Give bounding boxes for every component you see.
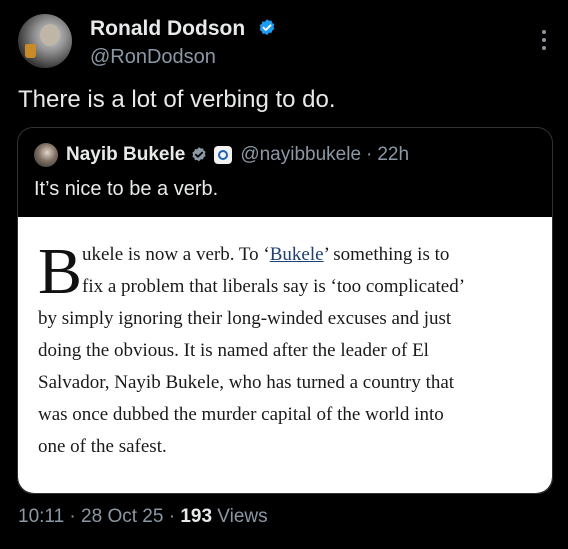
tweet-meta: 10:11 · 28 Oct 25 · 193 Views bbox=[18, 506, 268, 528]
meta-separator: · bbox=[69, 506, 76, 527]
author-name-text: Ronald Dodson bbox=[90, 17, 246, 40]
verified-icon bbox=[192, 147, 206, 162]
quoted-image[interactable]: B ukele is now a verb. To ‘Bukele’ somet… bbox=[18, 217, 552, 493]
article-line: Salvador, Nayib Bukele, who has turned a… bbox=[38, 372, 455, 393]
quoted-time[interactable]: 22h bbox=[377, 144, 409, 166]
article-link: Bukele bbox=[269, 244, 324, 265]
more-options-icon[interactable] bbox=[542, 30, 546, 50]
article-line: one of the safest. bbox=[38, 436, 167, 457]
more-dot bbox=[542, 38, 546, 42]
article-line: ukele is now a verb. To ‘Bukele’ somethi… bbox=[38, 239, 533, 271]
quoted-tweet[interactable]: Nayib Bukele @nayibbukele · 22h It’s nic… bbox=[17, 127, 553, 494]
article-dropcap: B bbox=[38, 235, 83, 308]
author-handle[interactable]: @RonDodson bbox=[90, 46, 216, 69]
article-excerpt: B ukele is now a verb. To ‘Bukele’ somet… bbox=[38, 239, 533, 463]
more-dot bbox=[542, 30, 546, 34]
article-line: by simply ignoring their long-winded exc… bbox=[38, 308, 452, 329]
article-text: ukele is now a verb. To ‘ bbox=[82, 244, 270, 265]
affiliate-badge-icon bbox=[214, 146, 233, 164]
post-date[interactable]: 28 Oct 25 bbox=[81, 506, 163, 527]
views-count[interactable]: 193 bbox=[180, 506, 212, 527]
quoted-text: It’s nice to be a verb. bbox=[34, 178, 219, 200]
quoted-separator: · bbox=[366, 144, 373, 165]
author-avatar[interactable] bbox=[18, 14, 72, 68]
quoted-handle[interactable]: @nayibbukele bbox=[240, 144, 361, 166]
tweet-text: There is a lot of verbing to do. bbox=[18, 86, 336, 113]
article-line: fix a problem that liberals say is ‘too … bbox=[82, 276, 466, 297]
quoted-header: Nayib Bukele @nayibbukele · 22h bbox=[34, 142, 409, 168]
quoted-avatar[interactable] bbox=[34, 143, 58, 167]
author-display-name[interactable]: Ronald Dodson bbox=[90, 17, 277, 41]
meta-separator: · bbox=[168, 506, 176, 527]
avatar-cup bbox=[25, 44, 36, 58]
article-line: doing the obvious. It is named after the… bbox=[38, 340, 429, 361]
post-time[interactable]: 10:11 bbox=[18, 506, 64, 527]
more-dot bbox=[542, 46, 546, 50]
article-text: ’ something is to bbox=[323, 244, 450, 265]
tweet-header: Ronald Dodson @RonDodson bbox=[18, 14, 558, 76]
views-label: Views bbox=[217, 506, 268, 527]
quoted-display-name[interactable]: Nayib Bukele bbox=[66, 144, 185, 166]
verified-icon bbox=[259, 19, 275, 36]
avatar-face bbox=[40, 24, 60, 46]
article-line: was once dubbed the murder capital of th… bbox=[38, 404, 444, 425]
